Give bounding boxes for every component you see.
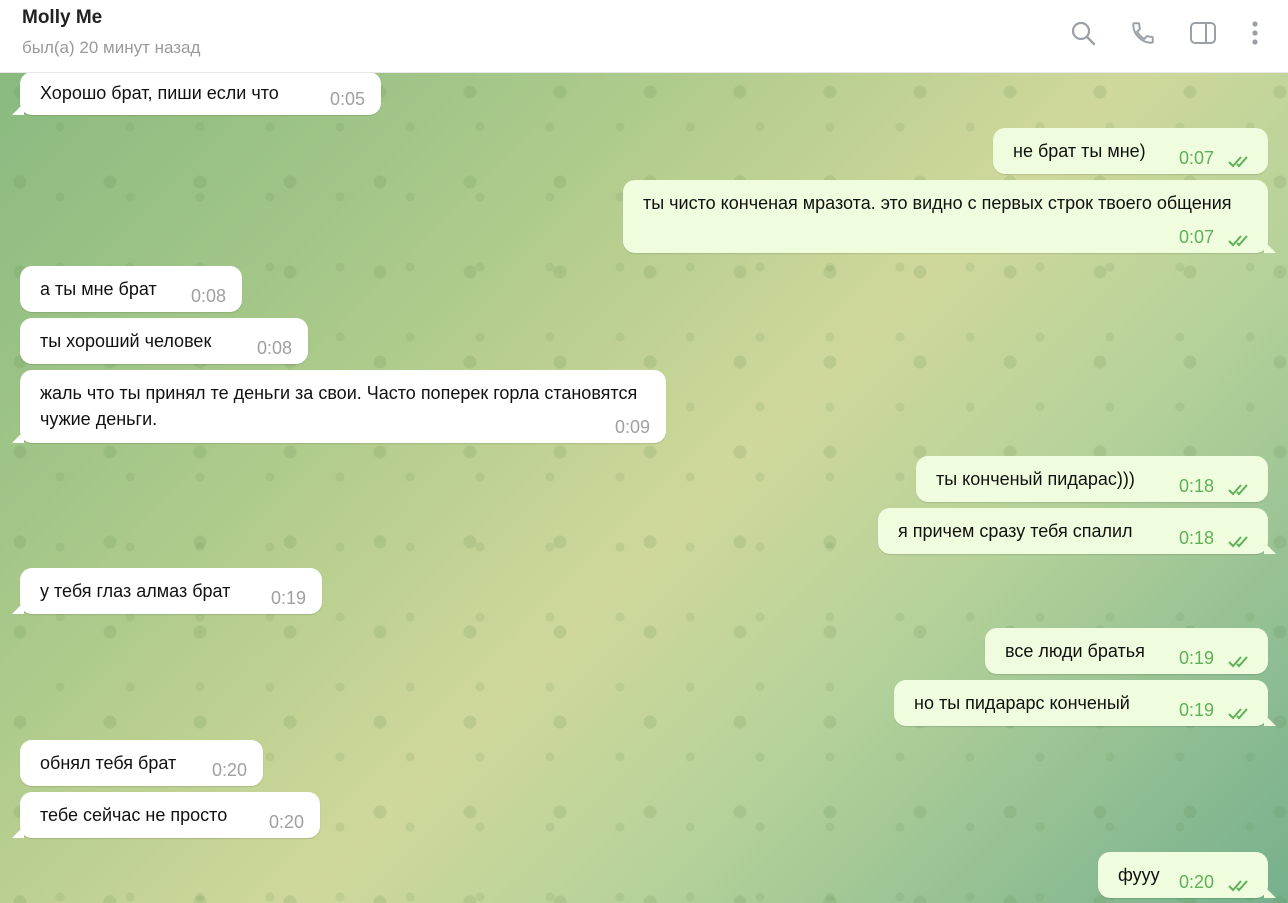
- message-text: у тебя глаз алмаз брат: [40, 581, 231, 601]
- message-text: ты хороший человек: [40, 331, 212, 351]
- last-seen-status: был(а) 20 минут назад: [22, 38, 201, 57]
- read-checkmarks-icon: [1228, 156, 1248, 168]
- sidebar-toggle-icon[interactable]: [1188, 18, 1218, 48]
- message-time: 0:08: [256, 338, 292, 358]
- more-vertical-icon[interactable]: [1240, 18, 1270, 48]
- message-time: 0:19: [1178, 700, 1214, 720]
- message-incoming[interactable]: а ты мне брат 0:08: [20, 266, 242, 312]
- read-checkmarks-icon: [1228, 880, 1248, 892]
- message-text: я причем сразу тебя спалил: [898, 521, 1133, 541]
- message-time: 0:19: [270, 588, 306, 608]
- message-outgoing[interactable]: ты чисто конченая мразота. это видно с п…: [623, 180, 1276, 253]
- message-text: а ты мне брат: [40, 279, 157, 299]
- message-outgoing[interactable]: я причем сразу тебя спалил 0:18: [878, 508, 1276, 554]
- message-text: все люди братья: [1005, 641, 1145, 661]
- message-outgoing[interactable]: но ты пидарарс конченый 0:19: [894, 680, 1276, 726]
- chat-header: Molly Me был(а) 20 минут назад: [0, 0, 1288, 73]
- message-time: 0:07: [1178, 148, 1214, 168]
- message-time: 0:20: [1178, 872, 1214, 892]
- message-text: тебе сейчас не просто: [40, 805, 228, 825]
- chat-title[interactable]: Molly Me: [22, 7, 102, 29]
- message-time: 0:08: [190, 286, 226, 306]
- message-outgoing[interactable]: не брат ты мне) 0:07: [993, 128, 1268, 174]
- message-incoming[interactable]: тебе сейчас не просто 0:20: [12, 792, 320, 838]
- message-time: 0:09: [614, 417, 650, 437]
- message-incoming[interactable]: жаль что ты принял те деньги за свои. Ча…: [12, 370, 666, 443]
- message-outgoing[interactable]: все люди братья 0:19: [985, 628, 1268, 674]
- search-icon[interactable]: [1068, 18, 1098, 48]
- message-text: Хорошо брат, пиши если что: [40, 83, 279, 103]
- message-outgoing[interactable]: ты конченый пидарас))) 0:18: [916, 456, 1268, 502]
- message-incoming[interactable]: у тебя глаз алмаз брат 0:19: [12, 568, 322, 614]
- message-text: жаль что ты принял те деньги за свои. Ча…: [40, 383, 638, 429]
- message-time: 0:05: [329, 89, 365, 109]
- read-checkmarks-icon: [1228, 708, 1248, 720]
- message-text: но ты пидарарс конченый: [914, 693, 1130, 713]
- message-text: не брат ты мне): [1013, 141, 1146, 161]
- message-text: обнял тебя брат: [40, 753, 177, 773]
- message-time: 0:18: [1178, 528, 1214, 548]
- message-outgoing[interactable]: фууу 0:20: [1098, 852, 1276, 898]
- message-time: 0:07: [1178, 227, 1214, 247]
- phone-icon[interactable]: [1128, 18, 1158, 48]
- read-checkmarks-icon: [1228, 536, 1248, 548]
- message-text: ты конченый пидарас))): [936, 469, 1135, 489]
- message-time: 0:19: [1178, 648, 1214, 668]
- read-checkmarks-icon: [1228, 656, 1248, 668]
- message-text: ты чисто конченая мразота. это видно с п…: [643, 193, 1232, 213]
- read-checkmarks-icon: [1228, 484, 1248, 496]
- message-time: 0:20: [211, 760, 247, 780]
- read-checkmarks-icon: [1228, 235, 1248, 247]
- message-time: 0:18: [1178, 476, 1214, 496]
- message-incoming[interactable]: обнял тебя брат 0:20: [20, 740, 263, 786]
- message-time: 0:20: [268, 812, 304, 832]
- message-text: фууу: [1118, 865, 1160, 885]
- message-incoming[interactable]: ты хороший человек 0:08: [20, 318, 308, 364]
- message-incoming[interactable]: Хорошо брат, пиши если что 0:05: [12, 72, 381, 115]
